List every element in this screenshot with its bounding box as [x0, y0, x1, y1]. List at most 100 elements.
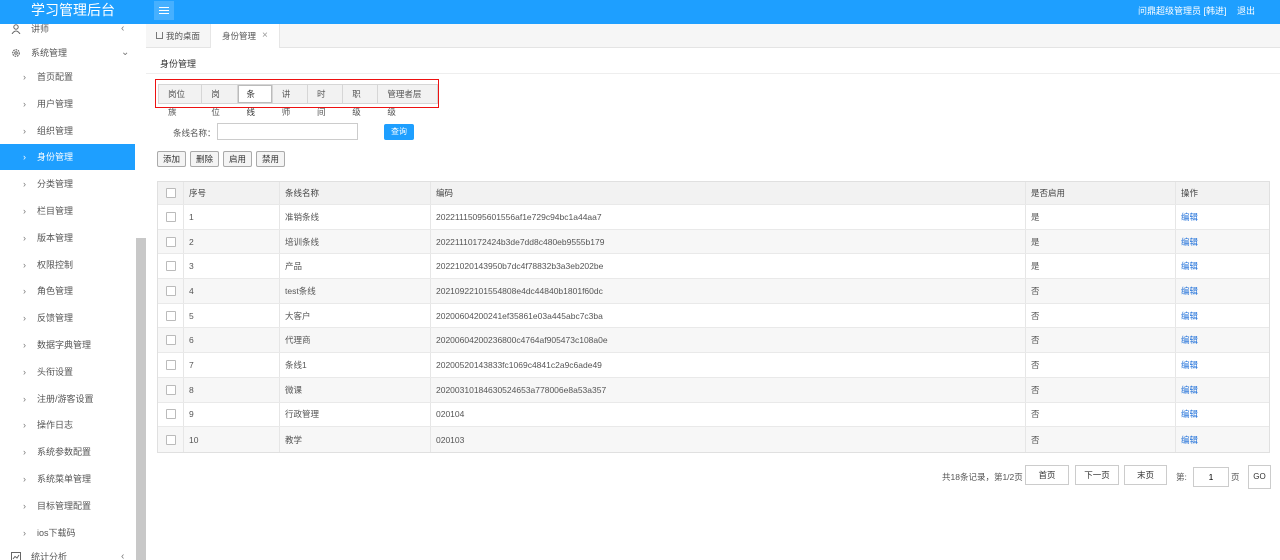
- first-page-button[interactable]: 首页: [1025, 465, 1069, 485]
- line-code: 20200604200236800c4764af905473c108a0e: [436, 335, 608, 346]
- table-cell: 5: [184, 303, 280, 328]
- table-cell: 20210922101554808e4dc44840b1801f60dc: [431, 279, 1026, 303]
- table-cell: 8: [184, 377, 280, 402]
- sidebar-group-stats[interactable]: 统计分析 ‹: [0, 544, 135, 560]
- sidebar-scrollbar[interactable]: [136, 238, 146, 560]
- delete-button[interactable]: 删除: [190, 151, 219, 167]
- row-checkbox[interactable]: [165, 236, 176, 247]
- table-cell: 是: [1026, 254, 1176, 279]
- row-checkbox[interactable]: [165, 335, 176, 346]
- tab-home[interactable]: 我的桌面: [146, 24, 210, 48]
- sidebar-item[interactable]: › 身份管理: [0, 144, 135, 171]
- enable-button[interactable]: 启用: [223, 151, 252, 167]
- edit-link[interactable]: 编辑: [1181, 236, 1198, 248]
- last-page-button[interactable]: 末页: [1124, 465, 1167, 485]
- category-tab[interactable]: 管理者层级: [378, 85, 437, 117]
- sidebar-item[interactable]: › ios下载码: [0, 520, 135, 546]
- row-number: 10: [189, 434, 199, 445]
- sidebar-item[interactable]: › 版本管理: [0, 225, 135, 251]
- row-checkbox-cell: [158, 353, 184, 377]
- sidebar-item[interactable]: › 头衔设置: [0, 359, 135, 385]
- sidebar-item[interactable]: › 用户管理: [0, 91, 135, 117]
- row-checkbox[interactable]: [165, 285, 176, 296]
- enabled-status: 是: [1031, 261, 1040, 272]
- row-checkbox[interactable]: [165, 409, 176, 420]
- tab-identity-management[interactable]: 身份管理 ×: [210, 24, 280, 48]
- sidebar-item-label: 数据字典管理: [37, 340, 92, 350]
- line-name: 代理商: [285, 335, 311, 346]
- line-name: 准销条线: [285, 211, 320, 222]
- edit-link[interactable]: 编辑: [1181, 434, 1198, 446]
- row-checkbox[interactable]: [165, 434, 176, 445]
- menu-toggle-button[interactable]: [154, 1, 174, 20]
- edit-link[interactable]: 编辑: [1181, 334, 1198, 346]
- row-checkbox-cell: [158, 377, 184, 402]
- sidebar-item[interactable]: › 角色管理: [0, 278, 135, 304]
- sidebar-item[interactable]: › 首页配置: [0, 64, 135, 90]
- line-code: 20221020143950b7dc4f78832b3a3eb202be: [436, 261, 604, 272]
- row-checkbox[interactable]: [165, 359, 176, 370]
- chevron-right-icon: ›: [23, 527, 26, 538]
- sidebar-item[interactable]: › 操作日志: [0, 412, 135, 438]
- current-user[interactable]: 问鼎超级管理员 [韩进]: [1138, 4, 1227, 17]
- category-tab[interactable]: 讲师: [273, 85, 308, 117]
- go-button[interactable]: GO: [1248, 465, 1271, 489]
- row-checkbox[interactable]: [165, 261, 176, 272]
- sidebar-item[interactable]: › 系统菜单管理: [0, 466, 135, 492]
- sidebar-item[interactable]: › 注册/游客设置: [0, 386, 135, 412]
- add-button[interactable]: 添加: [157, 151, 186, 167]
- category-tab[interactable]: 条线: [237, 85, 273, 117]
- sidebar-item-label: 反馈管理: [37, 313, 74, 324]
- table-cell: 6: [184, 328, 280, 353]
- category-tab[interactable]: 岗位: [202, 85, 238, 117]
- row-checkbox[interactable]: [165, 211, 176, 222]
- category-tab[interactable]: 岗位族: [159, 85, 203, 117]
- chevron-right-icon: ›: [23, 232, 26, 243]
- goto-prefix: 第:: [1176, 472, 1187, 482]
- close-icon[interactable]: ×: [262, 24, 268, 48]
- line-name-input[interactable]: [217, 123, 358, 140]
- data-table: 序号 条线名称 编码 是否启用 操作 1 准销条线 2022111509560155…: [157, 181, 1270, 453]
- edit-link[interactable]: 编辑: [1181, 408, 1198, 420]
- sidebar-item[interactable]: › 反馈管理: [0, 305, 135, 331]
- app-title: 学习管理后台: [31, 2, 115, 18]
- sidebar-item[interactable]: › 系统参数配置: [0, 439, 135, 465]
- sidebar-group-label: 系统管理: [31, 48, 68, 58]
- table-cell: 培训条线: [280, 229, 431, 254]
- row-number: 2: [189, 236, 194, 247]
- disable-button[interactable]: 禁用: [256, 151, 285, 167]
- category-tab[interactable]: 职级: [343, 85, 379, 117]
- sidebar-item[interactable]: › 组织管理: [0, 118, 135, 144]
- select-all-checkbox[interactable]: [165, 188, 176, 198]
- edit-link[interactable]: 编辑: [1181, 260, 1198, 272]
- next-page-button[interactable]: 下一页: [1075, 465, 1119, 485]
- sidebar-item[interactable]: › 权限控制: [0, 252, 135, 278]
- sidebar-item[interactable]: › 分类管理: [0, 171, 135, 197]
- table-row: 1 准销条线 20221115095601556af1e729c94bc1a44aa…: [158, 205, 1269, 230]
- edit-link[interactable]: 编辑: [1181, 359, 1198, 371]
- chevron-right-icon: ›: [23, 152, 26, 163]
- sidebar-item[interactable]: › 数据字典管理: [0, 332, 135, 358]
- chevron-left-icon: ‹: [121, 551, 125, 560]
- line-name: 条线1: [285, 359, 307, 370]
- row-number: 4: [189, 285, 194, 296]
- edit-link[interactable]: 编辑: [1181, 285, 1198, 297]
- table-cell: 20200520143833fc1069c4841c2a9c6ade49: [431, 353, 1026, 377]
- sidebar-group-system[interactable]: 系统管理 ⌄: [0, 40, 135, 66]
- edit-link[interactable]: 编辑: [1181, 310, 1198, 322]
- table-cell: 编辑: [1176, 205, 1271, 229]
- logout-link[interactable]: 退出: [1237, 4, 1255, 17]
- sidebar-item[interactable]: › 目标管理配置: [0, 493, 135, 519]
- chevron-right-icon: ›: [23, 340, 26, 350]
- row-checkbox[interactable]: [165, 310, 176, 321]
- table-cell: 3: [184, 254, 280, 279]
- edit-link[interactable]: 编辑: [1181, 211, 1198, 223]
- page-number-input[interactable]: [1193, 467, 1229, 487]
- sidebar-item[interactable]: › 栏目管理: [0, 198, 135, 224]
- query-button[interactable]: 查询: [384, 124, 414, 140]
- category-tab[interactable]: 时间: [308, 85, 344, 117]
- row-checkbox[interactable]: [165, 384, 176, 395]
- edit-link[interactable]: 编辑: [1181, 384, 1198, 396]
- row-checkbox-cell: [158, 254, 184, 279]
- line-code: 20221110172424b3de7dd8c480eb9555b179: [436, 236, 605, 247]
